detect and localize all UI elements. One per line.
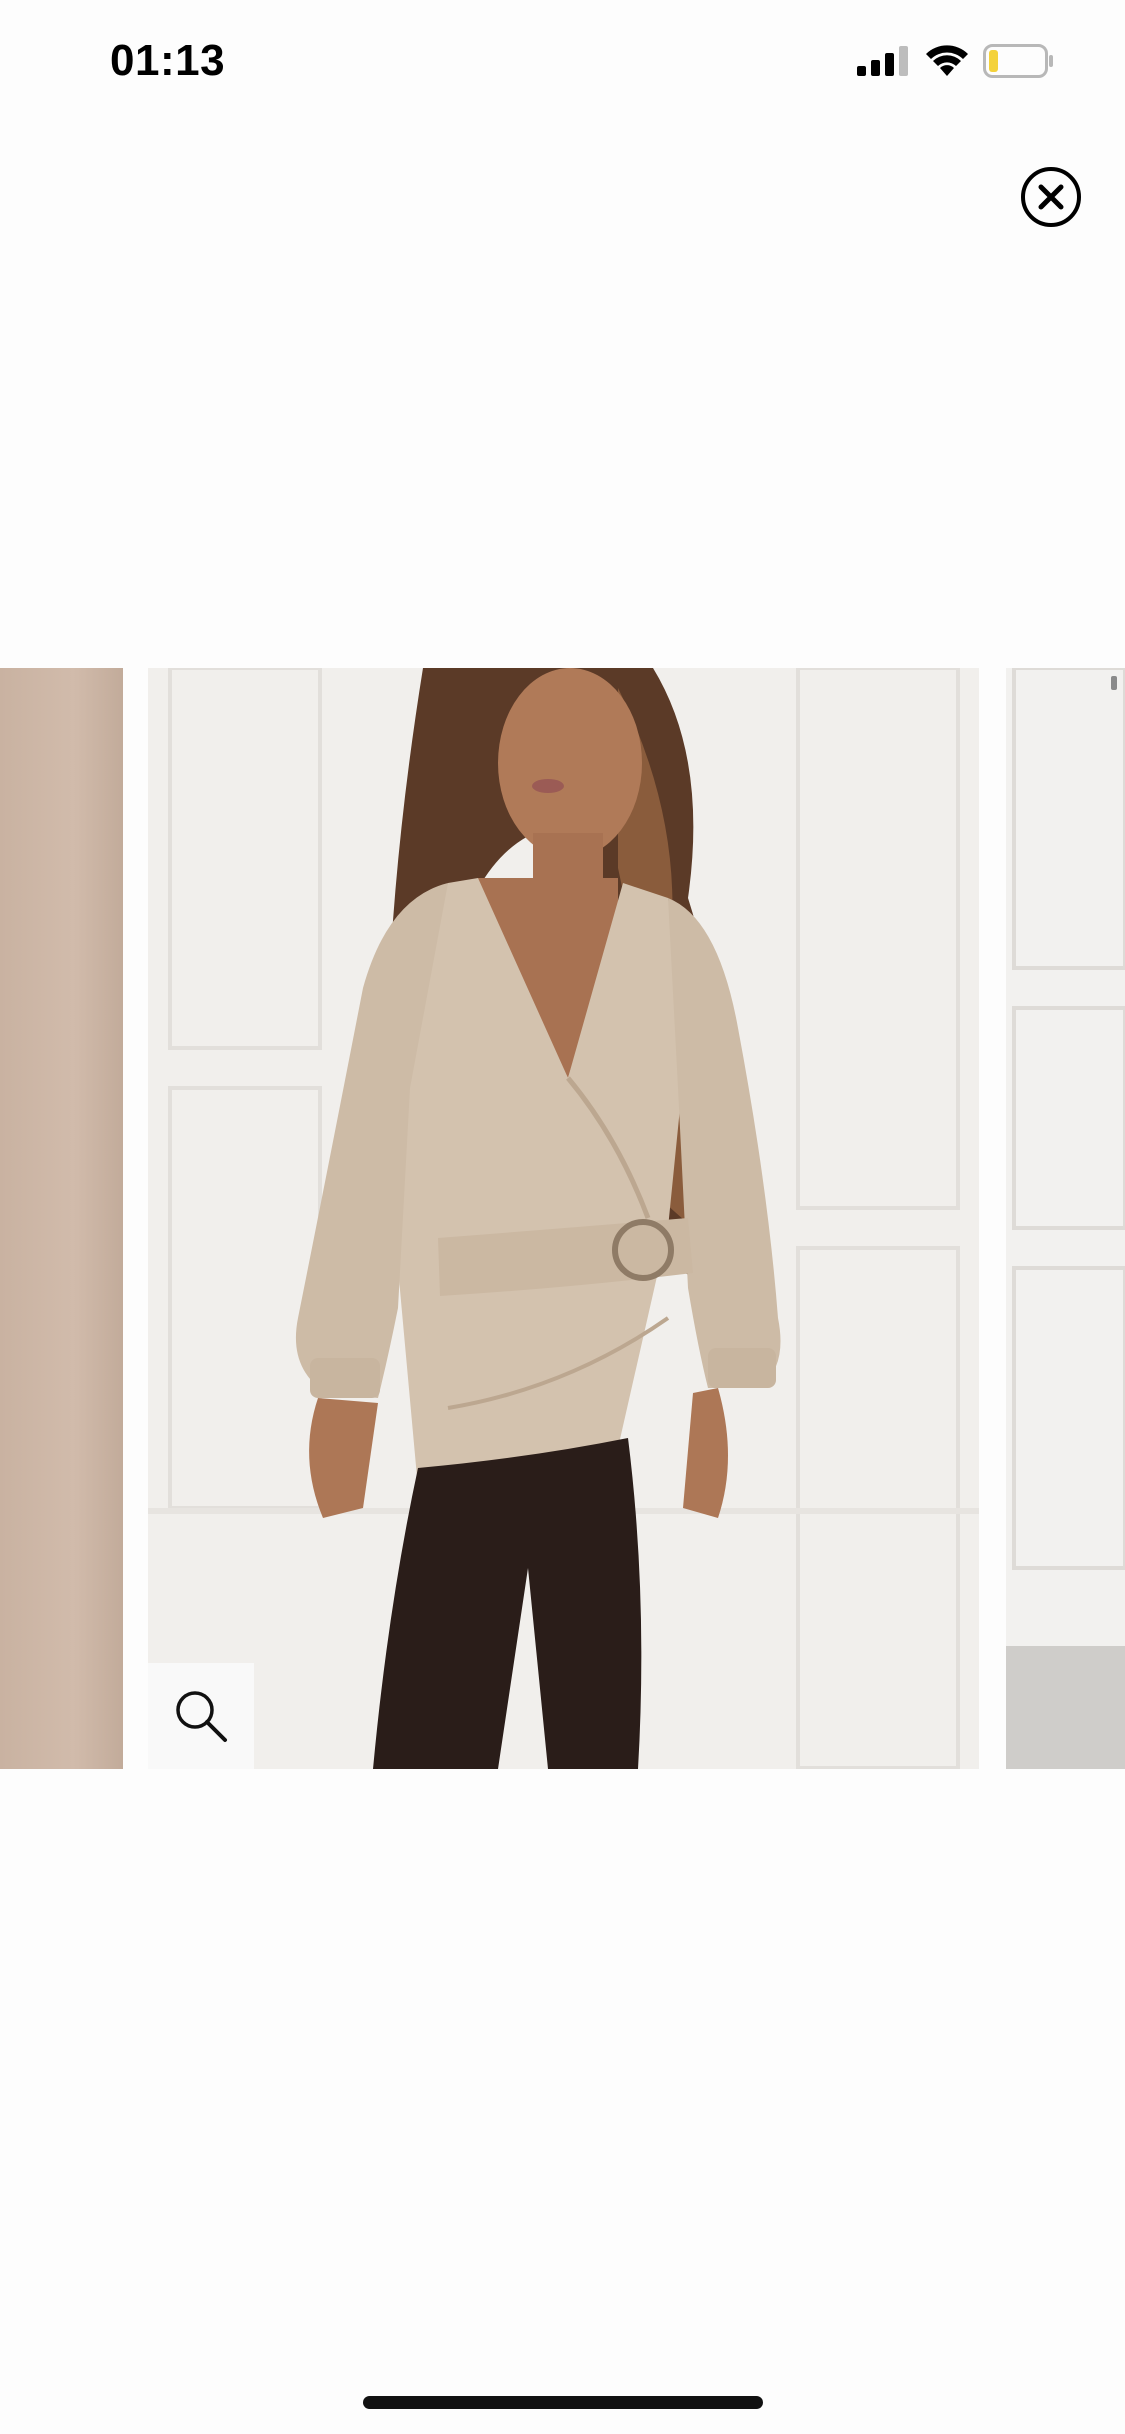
status-time: 01:13 (110, 36, 226, 85)
product-photo (148, 668, 979, 1769)
image-gallery[interactable] (0, 668, 1125, 1769)
close-icon (1021, 167, 1081, 227)
next-slide-photo (1006, 668, 1125, 1769)
product-image[interactable] (148, 668, 979, 1769)
zoom-button[interactable] (148, 1663, 254, 1769)
status-bar: 01:13 (0, 0, 1125, 130)
battery-icon (983, 44, 1055, 83)
close-button[interactable] (1020, 166, 1082, 228)
next-slide[interactable] (1006, 668, 1125, 1769)
previous-slide[interactable] (0, 668, 123, 1769)
home-indicator[interactable] (363, 2396, 763, 2409)
wifi-icon (925, 45, 969, 82)
search-icon (176, 1691, 227, 1742)
status-icons (857, 44, 1055, 83)
scroll-indicator (1111, 676, 1117, 690)
cellular-signal-icon (857, 46, 911, 81)
